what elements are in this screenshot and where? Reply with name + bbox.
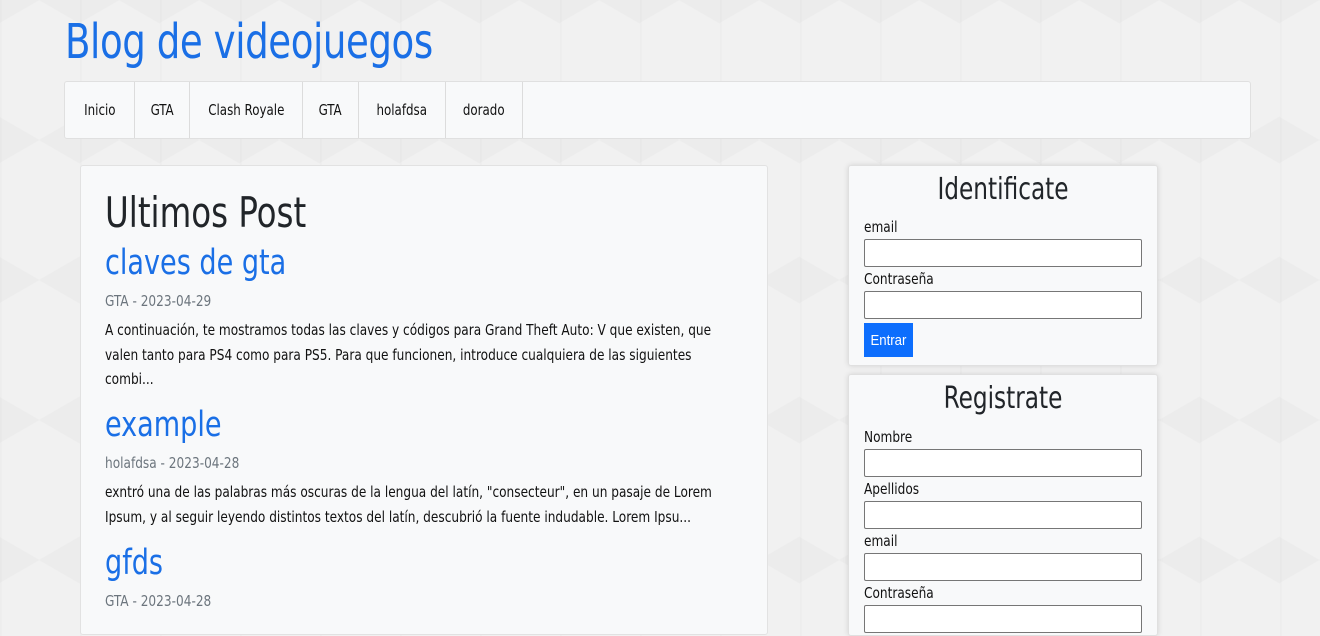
- nav-item-clash-royale[interactable]: Clash Royale: [190, 82, 303, 138]
- register-form: Registrate Nombre Apellidos email Contra…: [848, 374, 1158, 636]
- nav-item-holafdsa[interactable]: holafdsa: [359, 82, 446, 138]
- nav-item-label: GTA: [150, 101, 174, 119]
- post-title-link[interactable]: example: [105, 404, 647, 446]
- login-submit-button[interactable]: Entrar: [864, 323, 913, 357]
- posts-heading: Ultimos Post: [105, 188, 307, 237]
- login-email-input[interactable]: [864, 239, 1142, 267]
- login-title: Identificate: [937, 172, 1069, 207]
- nav-item-inicio[interactable]: Inicio: [65, 82, 135, 138]
- login-password-input[interactable]: [864, 291, 1142, 319]
- register-title: Registrate: [943, 381, 1063, 416]
- login-password-label: Contraseña: [864, 270, 934, 288]
- post-meta: holafdsa - 2023-04-28: [105, 454, 240, 472]
- register-password-input[interactable]: [864, 605, 1142, 633]
- post-excerpt: exntró una de las palabras más oscuras d…: [105, 483, 712, 526]
- nav-item-label: dorado: [463, 101, 505, 119]
- login-form: Identificate email Contraseña Entrar: [848, 165, 1158, 366]
- register-email-input[interactable]: [864, 553, 1142, 581]
- post-title-link[interactable]: claves de gta: [105, 242, 647, 284]
- post-item: example holafdsa - 2023-04-28 exntró una…: [105, 404, 735, 529]
- post-title-link[interactable]: gfds: [105, 542, 647, 584]
- register-apellidos-label: Apellidos: [864, 480, 920, 498]
- nav-item-gta-2[interactable]: GTA: [303, 82, 359, 138]
- nav-item-label: Clash Royale: [207, 101, 285, 119]
- register-nombre-input[interactable]: [864, 449, 1142, 477]
- post-item: claves de gta GTA - 2023-04-29 A continu…: [105, 242, 735, 392]
- register-email-label: email: [864, 532, 898, 550]
- main-navbar: Inicio GTA Clash Royale GTA holafdsa dor…: [64, 81, 1251, 139]
- register-nombre-label: Nombre: [864, 428, 913, 446]
- latest-posts-card: Ultimos Post claves de gta GTA - 2023-04…: [80, 165, 768, 635]
- nav-item-dorado[interactable]: dorado: [446, 82, 523, 138]
- nav-item-label: holafdsa: [376, 101, 428, 119]
- register-apellidos-input[interactable]: [864, 501, 1142, 529]
- nav-item-gta[interactable]: GTA: [135, 82, 190, 138]
- register-password-label: Contraseña: [864, 584, 934, 602]
- login-submit-label: Entrar: [870, 331, 907, 349]
- post-item: gfds GTA - 2023-04-28: [105, 542, 735, 618]
- post-meta: GTA - 2023-04-28: [105, 592, 212, 610]
- login-email-label: email: [864, 218, 898, 236]
- post-meta: GTA - 2023-04-29: [105, 292, 212, 310]
- post-excerpt: A continuación, te mostramos todas las c…: [105, 321, 712, 388]
- site-title[interactable]: Blog de videojuegos: [65, 12, 433, 72]
- nav-item-label: Inicio: [83, 101, 116, 119]
- nav-item-label: GTA: [318, 101, 343, 119]
